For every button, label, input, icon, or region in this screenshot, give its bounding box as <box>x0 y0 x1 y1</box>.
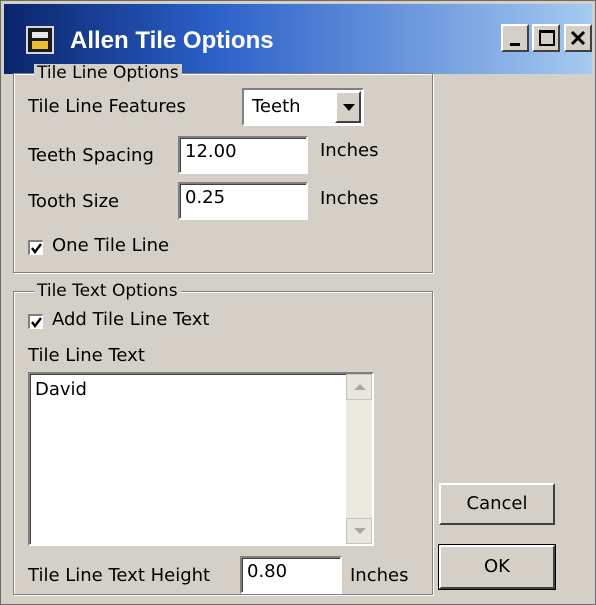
group-title: Tile Line Options <box>34 64 182 82</box>
tooth-size-unit: Inches <box>320 188 379 209</box>
tile-line-text-label: Tile Line Text <box>28 345 145 366</box>
tile-text-options-group: Tile Text Options Add Tile Line Text Til… <box>13 282 433 595</box>
tile-line-text-area[interactable]: David <box>28 372 374 546</box>
scroll-down-icon[interactable] <box>346 518 372 544</box>
scroll-up-icon[interactable] <box>346 374 372 400</box>
tooth-size-input[interactable]: 0.25 <box>178 182 308 220</box>
one-tile-line-label: One Tile Line <box>52 235 170 256</box>
teeth-spacing-unit: Inches <box>320 140 379 161</box>
text-area-scrollbar[interactable] <box>346 374 372 544</box>
add-tile-line-text-label: Add Tile Line Text <box>52 309 210 330</box>
window-title: Allen Tile Options <box>70 27 274 54</box>
add-tile-line-text-checkbox[interactable] <box>28 314 43 329</box>
tile-line-text-value: David <box>35 379 87 400</box>
one-tile-line-checkbox[interactable] <box>28 240 43 255</box>
select-value: Teeth <box>252 96 301 117</box>
checkmark-icon <box>31 243 42 254</box>
tile-line-features-select[interactable]: Teeth <box>242 88 364 126</box>
dialog-window: Allen Tile Options Tile Line Options Til… <box>0 0 596 605</box>
close-icon <box>570 30 586 46</box>
tooth-size-label: Tooth Size <box>28 191 120 212</box>
teeth-spacing-input[interactable]: 12.00 <box>178 136 308 174</box>
teeth-spacing-label: Teeth Spacing <box>28 145 154 166</box>
app-icon <box>26 26 54 54</box>
chevron-down-icon[interactable] <box>335 91 361 123</box>
maximize-button[interactable] <box>532 24 560 52</box>
ok-button[interactable]: OK <box>438 544 556 590</box>
tile-line-text-height-unit: Inches <box>350 565 409 586</box>
cancel-button[interactable]: Cancel <box>439 483 555 525</box>
tile-line-text-height-label: Tile Line Text Height <box>28 565 211 586</box>
tile-line-text-height-input[interactable]: 0.80 <box>240 556 342 594</box>
tile-line-features-label: Tile Line Features <box>28 96 186 117</box>
group-title: Tile Text Options <box>34 282 181 300</box>
close-button[interactable] <box>564 24 592 52</box>
tile-line-options-group: Tile Line Options Tile Line Features Tee… <box>13 64 433 273</box>
checkmark-icon <box>31 317 42 328</box>
minimize-button[interactable] <box>501 24 529 52</box>
